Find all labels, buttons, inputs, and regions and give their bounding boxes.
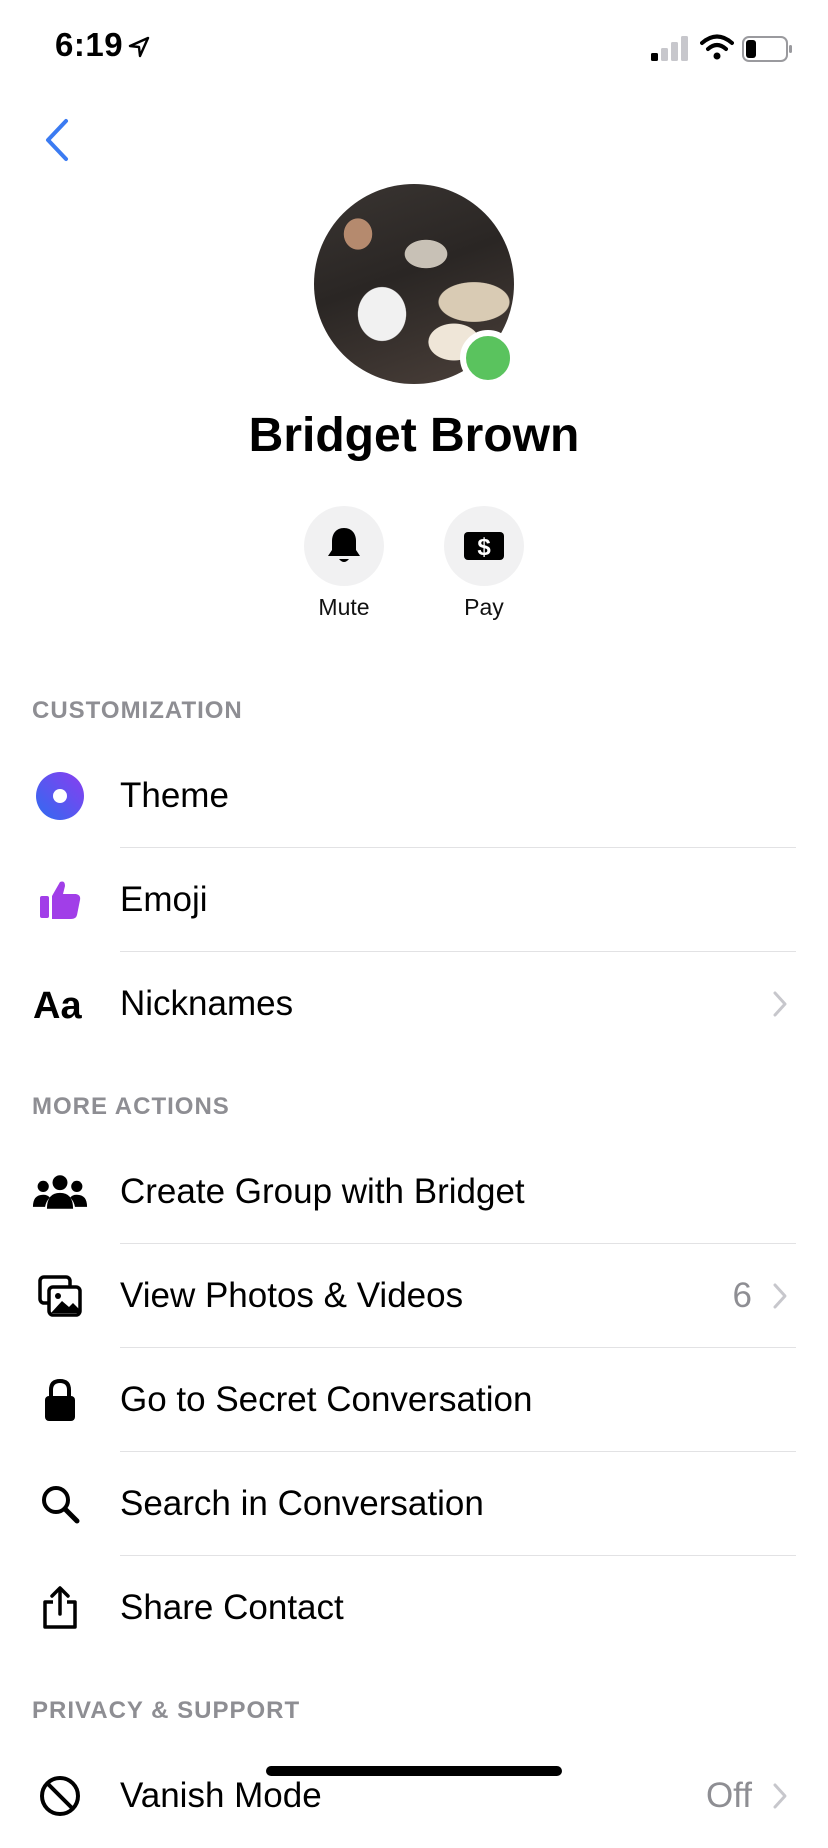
photos-count: 6 — [732, 1276, 752, 1315]
row-share-contact[interactable]: Share Contact — [0, 1556, 828, 1660]
home-indicator[interactable] — [266, 1766, 562, 1776]
photos-icon — [32, 1268, 88, 1324]
row-view-photos-label: View Photos & Videos — [120, 1276, 464, 1315]
status-time: 6:19 — [55, 26, 124, 63]
svg-text:Aa: Aa — [33, 985, 82, 1024]
row-vanish-mode-label: Vanish Mode — [120, 1776, 322, 1815]
row-create-group[interactable]: Create Group with Bridget — [0, 1140, 828, 1244]
row-create-group-label: Create Group with Bridget — [120, 1172, 525, 1211]
pay-button-circle[interactable]: $ — [444, 506, 524, 586]
bell-icon — [328, 528, 360, 562]
battery-icon — [742, 36, 792, 62]
vanish-mode-icon — [32, 1768, 88, 1824]
theme-icon — [32, 768, 88, 824]
row-emoji[interactable]: Emoji — [0, 848, 828, 952]
section-header-privacy-support: PRIVACY & SUPPORT — [32, 1697, 301, 1724]
row-emoji-label: Emoji — [120, 880, 208, 919]
chevron-right-icon — [773, 1283, 787, 1309]
group-icon — [32, 1164, 88, 1220]
search-icon — [32, 1476, 88, 1532]
section-header-more-actions: MORE ACTIONS — [32, 1093, 230, 1120]
pay-label: Pay — [464, 594, 504, 620]
online-status-indicator — [460, 330, 516, 386]
row-search-conversation[interactable]: Search in Conversation — [0, 1452, 828, 1556]
mute-label: Mute — [318, 594, 370, 620]
location-arrow-icon — [128, 36, 150, 58]
section-header-customization: CUSTOMIZATION — [32, 697, 243, 724]
svg-text:$: $ — [477, 534, 491, 561]
wifi-icon — [700, 34, 734, 60]
row-secret-conversation[interactable]: Go to Secret Conversation — [0, 1348, 828, 1452]
pay-button[interactable]: $ — [444, 506, 524, 586]
row-secret-conversation-label: Go to Secret Conversation — [120, 1380, 533, 1419]
thumbs-up-icon — [32, 872, 88, 928]
row-theme[interactable]: Theme — [0, 744, 828, 848]
row-search-conversation-label: Search in Conversation — [120, 1484, 484, 1523]
row-share-contact-label: Share Contact — [120, 1588, 344, 1627]
chevron-right-icon — [773, 1783, 787, 1809]
cellular-signal-icon — [651, 36, 688, 61]
row-view-photos[interactable]: View Photos & Videos 6 — [0, 1244, 828, 1348]
row-vanish-mode[interactable]: Vanish Mode Off — [0, 1744, 828, 1848]
profile-name: Bridget Brown — [248, 409, 580, 462]
row-nicknames[interactable]: Aa Nicknames — [0, 952, 828, 1056]
row-theme-label: Theme — [120, 776, 229, 815]
mute-button[interactable] — [304, 506, 384, 586]
mute-button-circle[interactable] — [304, 506, 384, 586]
dollar-icon: $ — [464, 532, 504, 561]
text-aa-icon: Aa — [32, 976, 88, 1032]
row-nicknames-label: Nicknames — [120, 984, 294, 1023]
lock-icon — [32, 1372, 88, 1428]
chevron-right-icon — [773, 991, 787, 1017]
vanish-mode-value: Off — [705, 1776, 752, 1815]
share-icon — [32, 1580, 88, 1636]
back-chevron-icon[interactable] — [40, 115, 76, 165]
